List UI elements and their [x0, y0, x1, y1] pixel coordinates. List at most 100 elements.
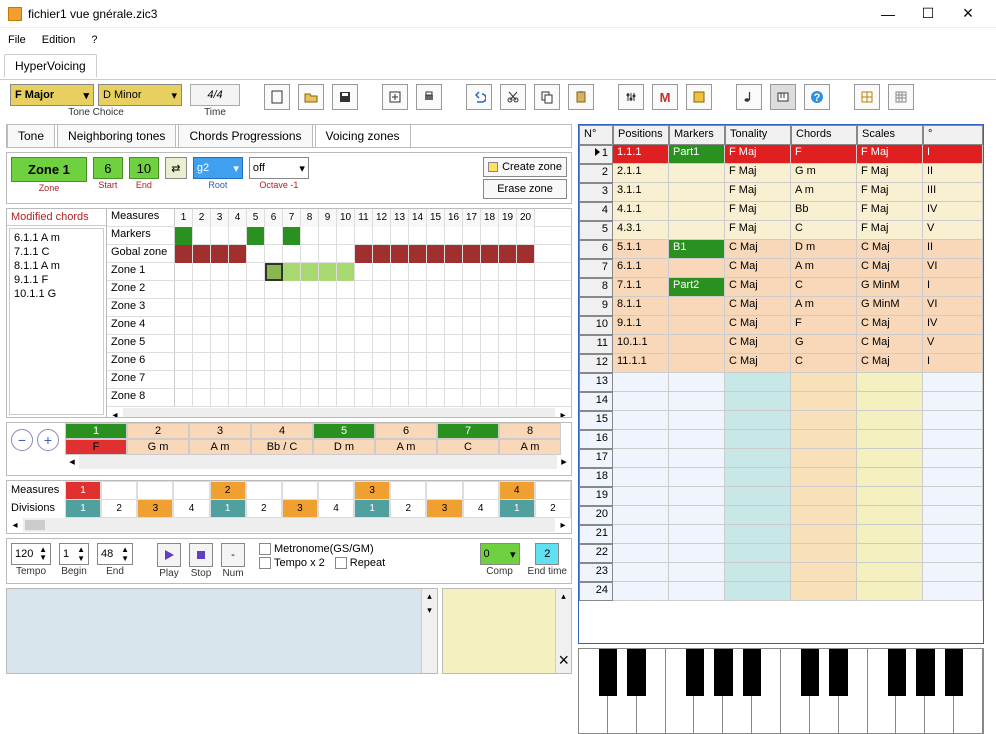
- grid2-button[interactable]: [888, 84, 914, 110]
- metronome-button[interactable]: M: [652, 84, 678, 110]
- menubar: File Edition ?: [0, 28, 996, 52]
- print-button[interactable]: [416, 84, 442, 110]
- main-toolbar: F Major▾ D Minor▾ Tone Choice 4/4 Time M…: [0, 80, 996, 124]
- time-label: Time: [204, 107, 226, 118]
- table-row[interactable]: 23: [579, 563, 983, 582]
- table-row[interactable]: 76.1.1C MajA mC MajVI: [579, 259, 983, 278]
- play-button[interactable]: [157, 543, 181, 567]
- metronome-check[interactable]: Metronome(GS/GM): [259, 543, 385, 555]
- endtime-display: 2: [535, 543, 559, 565]
- time-signature[interactable]: 4/4: [190, 84, 240, 106]
- table-row[interactable]: 20: [579, 506, 983, 525]
- root-select[interactable]: g2▾: [193, 157, 243, 179]
- save-file-button[interactable]: [332, 84, 358, 110]
- table-row[interactable]: 16: [579, 430, 983, 449]
- tempo-input[interactable]: 120▲▼: [11, 543, 51, 565]
- begin-input[interactable]: 1▲▼: [59, 543, 89, 565]
- app-tabstrip: HyperVoicing: [0, 54, 996, 80]
- grid1-button[interactable]: [854, 84, 880, 110]
- table-row[interactable]: 19: [579, 487, 983, 506]
- list-item[interactable]: 9.1.1 F: [14, 273, 99, 287]
- piano-keyboard[interactable]: [578, 648, 984, 734]
- table-row[interactable]: 54.3.1F MajCF MajV: [579, 221, 983, 240]
- table-row[interactable]: 24: [579, 582, 983, 601]
- modified-chords-panel: Modified chords 6.1.1 A m7.1.1 C8.1.1 A …: [7, 209, 107, 417]
- mixer-button[interactable]: [686, 84, 712, 110]
- subtab-tone[interactable]: Tone: [7, 124, 55, 147]
- minimize-button[interactable]: —: [868, 0, 908, 28]
- table-row[interactable]: 14: [579, 392, 983, 411]
- window-title: fichier1 vue gnérale.zic3: [28, 7, 868, 21]
- bottom-left-pane: ▴▾: [6, 588, 438, 674]
- repeat-check[interactable]: Repeat: [335, 557, 385, 569]
- bottom-right-pane: ▴ ×: [442, 588, 572, 674]
- undo-button[interactable]: [466, 84, 492, 110]
- cut-button[interactable]: [500, 84, 526, 110]
- open-file-button[interactable]: [298, 84, 324, 110]
- create-zone-button[interactable]: Create zone: [483, 157, 567, 177]
- octave-select[interactable]: off▾: [249, 157, 309, 179]
- table-row[interactable]: 22.1.1F MajG mF MajII: [579, 164, 983, 183]
- tone-choice-label: Tone Choice: [68, 107, 124, 118]
- subtab-neighboring[interactable]: Neighboring tones: [57, 124, 176, 147]
- zone-grid: Modified chords 6.1.1 A m7.1.1 C8.1.1 A …: [6, 208, 572, 418]
- key-select-1[interactable]: F Major▾: [10, 84, 94, 106]
- close-button[interactable]: ×: [948, 0, 988, 28]
- zoom-out-icon[interactable]: −: [11, 429, 33, 451]
- note-button[interactable]: [736, 84, 762, 110]
- voicing-subtabs: Tone Neighboring tones Chords Progressio…: [6, 124, 572, 148]
- tempox2-check[interactable]: Tempo x 2: [259, 557, 325, 569]
- list-item[interactable]: 6.1.1 A m: [14, 231, 99, 245]
- maximize-button[interactable]: ☐: [908, 0, 948, 28]
- menu-help[interactable]: ?: [91, 34, 97, 46]
- main-table: N° Positions Markers Tonality Chords Sca…: [578, 124, 984, 644]
- copy-button[interactable]: [534, 84, 560, 110]
- erase-zone-button[interactable]: Erase zone: [483, 179, 567, 199]
- comp-select[interactable]: 0▾: [480, 543, 520, 565]
- table-row[interactable]: 87.1.1Part2C MajCG MinMI: [579, 278, 983, 297]
- list-item[interactable]: 10.1.1 G: [14, 287, 99, 301]
- paste-button[interactable]: [568, 84, 594, 110]
- num-button[interactable]: -: [221, 543, 245, 567]
- table-row[interactable]: 15: [579, 411, 983, 430]
- table-row[interactable]: 22: [579, 544, 983, 563]
- table-row[interactable]: 18: [579, 468, 983, 487]
- stop-button[interactable]: [189, 543, 213, 567]
- table-row[interactable]: 11.1.1Part1F MajFF MajI: [579, 145, 983, 164]
- keyboard-button[interactable]: [770, 84, 796, 110]
- list-item[interactable]: 8.1.1 A m: [14, 259, 99, 273]
- end-input[interactable]: 48▲▼: [97, 543, 133, 565]
- table-row[interactable]: 98.1.1C MajA mG MinMVI: [579, 297, 983, 316]
- table-row[interactable]: 21: [579, 525, 983, 544]
- table-row[interactable]: 65.1.1B1C MajD mC MajII: [579, 240, 983, 259]
- menu-edition[interactable]: Edition: [42, 34, 76, 46]
- help-button[interactable]: ?: [804, 84, 830, 110]
- tab-hypervoicing[interactable]: HyperVoicing: [4, 54, 97, 77]
- table-row[interactable]: 44.1.1F MajBbF MajIV: [579, 202, 983, 221]
- chord-strip: − + 12345678FG mA mBb / CD mA mCA m ◂▸: [6, 422, 572, 476]
- app-icon: [8, 7, 22, 21]
- table-row[interactable]: 33.1.1F MajA mF MajIII: [579, 183, 983, 202]
- settings-button[interactable]: [618, 84, 644, 110]
- zone-end[interactable]: 10: [129, 157, 159, 179]
- subtab-progressions[interactable]: Chords Progressions: [178, 124, 312, 147]
- new-file-button[interactable]: [264, 84, 290, 110]
- table-header: N° Positions Markers Tonality Chords Sca…: [579, 125, 983, 145]
- table-row[interactable]: 17: [579, 449, 983, 468]
- table-row[interactable]: 1211.1.1C MajCC MajI: [579, 354, 983, 373]
- vscroll[interactable]: ▴▾: [421, 589, 437, 673]
- menu-file[interactable]: File: [8, 34, 26, 46]
- key-select-2[interactable]: D Minor▾: [98, 84, 182, 106]
- zone-start[interactable]: 6: [93, 157, 123, 179]
- swap-button[interactable]: ⇄: [165, 157, 187, 179]
- subtab-voicing-zones[interactable]: Voicing zones: [315, 124, 411, 147]
- zone-select[interactable]: Zone 1: [11, 157, 87, 182]
- table-row[interactable]: 109.1.1C MajFC MajIV: [579, 316, 983, 335]
- zoom-in-icon[interactable]: +: [37, 429, 59, 451]
- export-button[interactable]: [382, 84, 408, 110]
- table-row[interactable]: 13: [579, 373, 983, 392]
- titlebar: fichier1 vue gnérale.zic3 — ☐ ×: [0, 0, 996, 28]
- list-item[interactable]: 7.1.1 C: [14, 245, 99, 259]
- table-row[interactable]: 1110.1.1C MajGC MajV: [579, 335, 983, 354]
- close-icon[interactable]: ×: [558, 650, 569, 671]
